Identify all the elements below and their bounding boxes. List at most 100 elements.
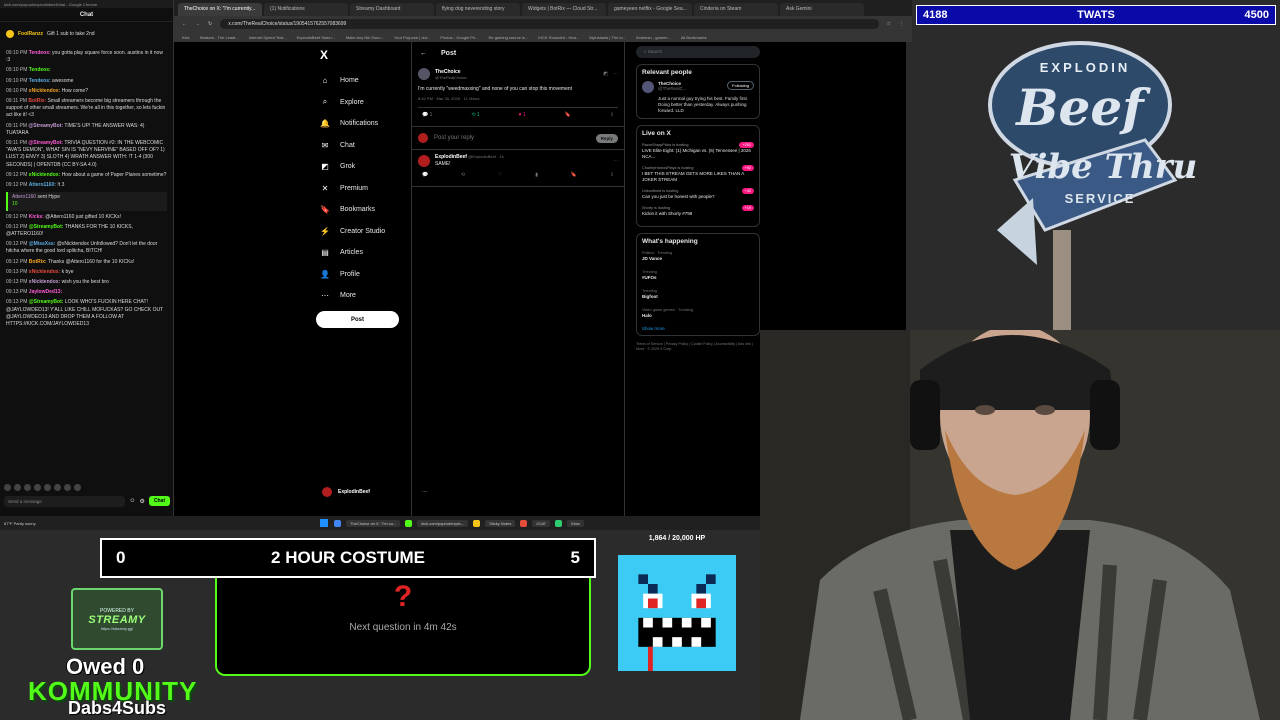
bookmark-item[interactable]: Myinstants | The lo...	[589, 35, 626, 40]
gift-user[interactable]: Attero1160	[12, 194, 36, 200]
reply-input[interactable]: Post your reply	[434, 135, 474, 141]
bookmark-item[interactable]: Your Purpose | dot...	[394, 35, 430, 40]
share-icon[interactable]: ⇪	[610, 112, 614, 118]
nav-item-articles[interactable]: ▤ Articles	[316, 242, 412, 264]
reload-icon[interactable]: ↻	[208, 21, 212, 27]
message-user[interactable]: @StreamyBot:	[29, 299, 64, 305]
chat-message[interactable]: 09:10 PM Tendeos: awesome	[6, 78, 167, 85]
share-icon[interactable]: ⇪	[610, 172, 614, 178]
message-user[interactable]: xNicktendox:	[29, 279, 60, 285]
bookmark-item[interactable]: Statscrs - The Leadi...	[200, 35, 239, 40]
chat-message[interactable]: 09:13 PM JaylowDed13:	[6, 289, 167, 296]
forward-arrow-icon[interactable]: →	[195, 21, 200, 27]
bookmark-item[interactable]: KICK Rounded - Hea...	[538, 35, 579, 40]
taskbar-app[interactable]: Xbox	[566, 519, 585, 527]
browser-tab[interactable]: Ask Gemini	[780, 3, 864, 16]
message-user[interactable]: @StreamyBot:	[28, 123, 63, 129]
taskbar-app[interactable]: kick.com/popout/explo...	[417, 519, 469, 527]
chat-message[interactable]: 09:12 PM @StreamyBot: THANKS FOR THE 10 …	[6, 224, 167, 238]
chat-message[interactable]: 09:12 PM Attero1160: !t 3	[6, 182, 167, 189]
x-logo[interactable]: X	[320, 48, 412, 62]
taskbar-app-icon[interactable]	[554, 519, 562, 527]
message-user[interactable]: Tendeos:	[29, 78, 51, 84]
url-field[interactable]: x.com/TheRealChoice/status/1905415762557…	[220, 19, 879, 29]
avatar[interactable]	[642, 81, 654, 93]
chat-message[interactable]: 09:11 PM @StreamyBot: TRIVIA QUESTION #2…	[6, 140, 167, 169]
browser-tab[interactable]: Widgets | BotRix — Cloud Str...	[522, 3, 606, 16]
chat-message[interactable]: 09:12 PM BotRix: Thanks @Attero1160 for …	[6, 259, 167, 266]
trend-item[interactable]: Video game genres · Trending Halo	[642, 307, 754, 319]
grok-icon[interactable]: ◩	[603, 71, 608, 77]
chat-message[interactable]: 09:12 PM xNicktendox: How about a game o…	[6, 172, 167, 179]
chat-message[interactable]: 09:11 PM @StreamyBot: TIME'S UP! THE ANS…	[6, 123, 167, 137]
repost-button[interactable]: ⟲ 1	[471, 112, 479, 118]
chat-message[interactable]: 09:10 PM Tendeos: you gotta play square …	[6, 50, 167, 64]
message-user[interactable]: BotRix:	[28, 98, 46, 104]
nav-item-bookmarks[interactable]: 🔖 Bookmarks	[316, 199, 412, 221]
windows-start-icon[interactable]	[320, 519, 328, 527]
chat-send-button[interactable]: Chat	[148, 496, 170, 506]
chat-message[interactable]: 09:10 PM Tendeos:	[6, 67, 167, 74]
settings-gear-icon[interactable]: ⚙	[139, 498, 144, 505]
like-button[interactable]: ♥ 1	[519, 112, 526, 118]
nav-item-more[interactable]: ⋯ More	[316, 285, 412, 307]
chat-message-input[interactable]: Send a message	[4, 495, 126, 507]
post-button[interactable]: Post	[316, 311, 399, 328]
back-arrow-icon[interactable]: ←	[182, 21, 187, 27]
chat-message[interactable]: 09:13 PM xNicktendox: wish you the best …	[6, 279, 167, 286]
bookmark-item[interactable]: Kick	[182, 35, 190, 40]
taskbar-app-icon[interactable]	[405, 519, 413, 527]
bookmark-item[interactable]: Andeesn - gamen...	[636, 35, 671, 40]
message-user[interactable]: xNicktendox:	[29, 88, 60, 94]
taskbar-app[interactable]: ICUE	[532, 519, 550, 527]
taskbar-app[interactable]: Sticky Notes	[485, 519, 516, 527]
more-dots-icon[interactable]: ⋯	[613, 158, 618, 164]
nav-item-creator-studio[interactable]: ⚡ Creator Studio	[316, 221, 412, 243]
nav-item-premium[interactable]: ✕ Premium	[316, 178, 412, 200]
live-item[interactable]: +251 RazorSharpPicks is hosting LIVE Elite…	[642, 142, 754, 160]
chat-emote-bar[interactable]	[4, 482, 81, 492]
trend-item[interactable]: Politics · Trending JD Vance	[642, 250, 754, 262]
tweet-author-handle[interactable]: @TheRealChoice	[435, 75, 467, 80]
emote-icon[interactable]	[4, 483, 11, 491]
emote-icon[interactable]	[44, 483, 51, 491]
trend-item[interactable]: Trending Bigfoot	[642, 288, 754, 300]
bookmark-item[interactable]: Photos - Google Ph...	[440, 35, 478, 40]
reply-author-name[interactable]: ExplodinBeef	[435, 154, 467, 160]
message-user[interactable]: BotRix:	[29, 259, 47, 265]
message-user[interactable]: Tendeos:	[29, 67, 51, 73]
search-input[interactable]: ⌕ Search	[636, 46, 760, 58]
more-dots-icon[interactable]: ⋯	[613, 71, 618, 77]
avatar[interactable]	[418, 155, 430, 167]
back-arrow-icon[interactable]: ←	[420, 50, 427, 57]
reply-author-handle[interactable]: @ExplodinBeef · 1s	[468, 154, 503, 159]
avatar[interactable]	[418, 68, 430, 80]
chat-message[interactable]: 09:11 PM BotRix: Small streamers become …	[6, 98, 167, 120]
chat-message[interactable]: 09:12 PM @MissXss: @xNicktendox Unfollow…	[6, 241, 167, 255]
chat-message[interactable]: 09:13 PM xNicktendox: k bye	[6, 269, 167, 276]
nav-item-profile[interactable]: 👤 Profile	[316, 264, 412, 286]
reply-button[interactable]: 💬 1	[422, 112, 432, 118]
chat-message[interactable]: 09:13 PM @StreamyBot: LOOK WHO'S FUCKIN …	[6, 299, 167, 328]
bookmark-item[interactable]: Internet Speed Test...	[249, 35, 287, 40]
taskbar-app-icon[interactable]	[473, 519, 481, 527]
chat-message[interactable]: 09:12 PM Kicks: @Attero1160 just gifted …	[6, 214, 167, 221]
emoji-icon[interactable]: ☺	[129, 498, 135, 504]
taskbar-app-icon[interactable]	[334, 519, 341, 527]
browser-tab[interactable]: flying dog neverending story	[436, 3, 520, 16]
bookmark-item[interactable]: All Bookmarks	[681, 35, 707, 40]
bookmark-icon[interactable]: 🔖	[571, 172, 577, 178]
live-item[interactable]: +42 Unkonfined is hosting Can you just be …	[642, 188, 754, 200]
live-item[interactable]: +19 Shorty is hosting Kickin it with Short…	[642, 205, 754, 217]
message-user[interactable]: @StreamyBot:	[28, 140, 63, 146]
footer-links[interactable]: Terms of Service | Privacy Policy | Cook…	[636, 342, 760, 352]
reply-button[interactable]: 💬	[422, 172, 428, 178]
nav-item-chat[interactable]: ✉ Chat	[316, 135, 412, 157]
bookmark-icon[interactable]: 🔖	[565, 112, 571, 118]
message-user[interactable]: xNicktendox:	[29, 269, 60, 275]
repost-button[interactable]: ⟲	[461, 172, 465, 178]
nav-item-explore[interactable]: ⌕ Explore	[316, 92, 412, 114]
emote-icon[interactable]	[54, 483, 61, 491]
nav-item-home[interactable]: ⌂ Home	[316, 70, 412, 92]
message-user[interactable]: JaylowDed13:	[29, 289, 62, 295]
